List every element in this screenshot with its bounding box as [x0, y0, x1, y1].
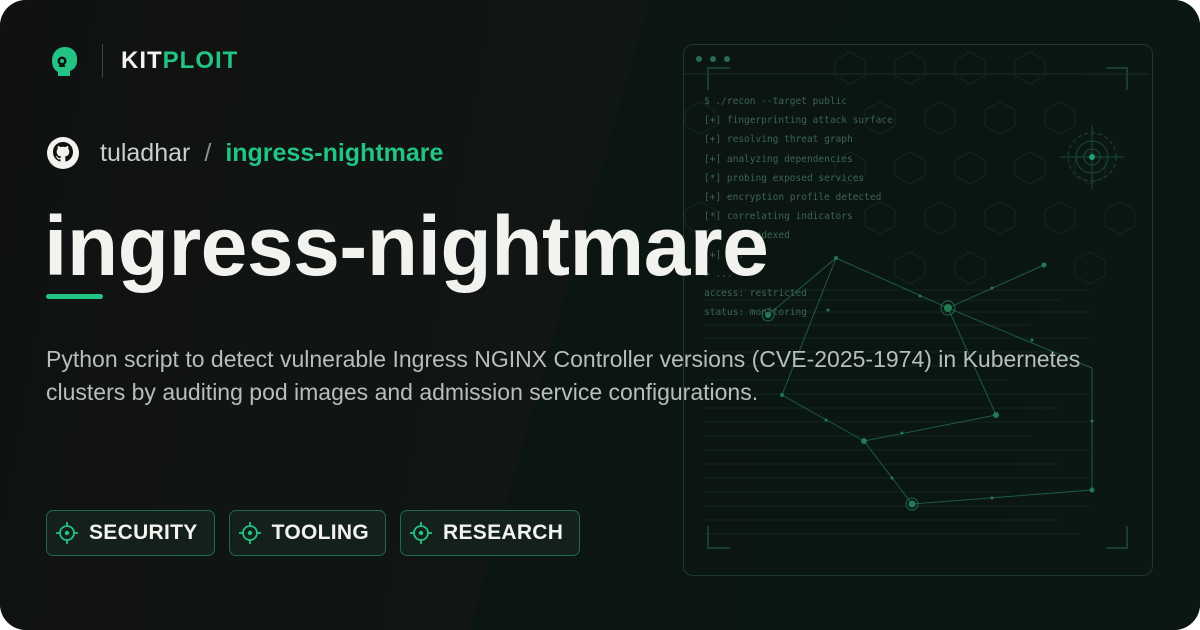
tag-research[interactable]: RESEARCH [399, 510, 581, 556]
kitploit-logo-icon [52, 47, 78, 76]
tag-tooling[interactable]: TOOLING [228, 510, 386, 556]
terminal-line: status: monitoring [704, 307, 807, 319]
tag-label: TOOLING [271, 521, 369, 544]
repo-description: Python script to detect vulnerable Ingre… [46, 346, 1081, 405]
brand-name: KITPLOIT [121, 47, 238, 75]
terminal-line: [+] fingerprinting attack surface [704, 115, 893, 127]
repo-name[interactable]: ingress-nightmare [225, 139, 443, 168]
repo-owner[interactable]: tuladhar [100, 139, 190, 168]
tag-security[interactable]: SECURITY [46, 510, 215, 556]
target-icon [56, 522, 78, 544]
tag-list: SECURITY TOOLING RESEARCH [46, 510, 581, 556]
brand-logo[interactable]: KITPLOIT [46, 42, 238, 80]
social-card: $ ./recon --target public [+] fingerprint… [0, 0, 1200, 630]
terminal-line: [+] analyzing dependencies [704, 153, 853, 165]
github-icon [47, 137, 79, 169]
terminal-line: [*] probing exposed services [704, 172, 865, 184]
logo-divider [102, 44, 103, 78]
terminal-line: [+] resolving threat graph [704, 134, 853, 146]
title-underline [46, 294, 103, 299]
tag-label: RESEARCH [442, 521, 564, 544]
terminal-line: $ ./recon --target public [704, 96, 847, 107]
target-icon [409, 522, 432, 544]
target-icon [238, 522, 261, 544]
brand-name-kit: KIT [121, 47, 163, 74]
tag-label: SECURITY [89, 521, 198, 544]
repo-breadcrumb: tuladhar / ingress-nightmare [46, 134, 443, 172]
brand-name-ploit: PLOIT [162, 47, 239, 74]
page-title: ingress-nightmare [44, 199, 769, 293]
breadcrumb-separator: / [204, 138, 212, 167]
